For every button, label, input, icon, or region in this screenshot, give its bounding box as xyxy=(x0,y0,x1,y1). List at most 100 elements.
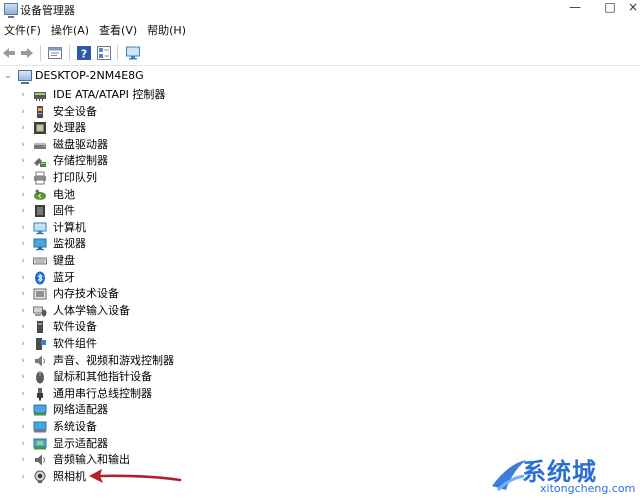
chevron-right-icon[interactable]: › xyxy=(18,387,28,401)
annotation-arrow-icon xyxy=(89,469,182,483)
toolbar: ? xyxy=(0,41,640,66)
maximize-button[interactable]: □ xyxy=(595,0,625,19)
computer-name-label: DESKTOP-2NM4E8G xyxy=(35,69,144,82)
chevron-right-icon[interactable]: › xyxy=(18,254,28,268)
toolbar-separator xyxy=(117,45,118,61)
chevron-right-icon[interactable]: › xyxy=(18,304,28,318)
menu-help[interactable]: 帮助(H) xyxy=(143,21,192,41)
menu-view[interactable]: 查看(V) xyxy=(95,21,143,41)
tree-root-node[interactable]: ⌄ DESKTOP-2NM4E8G xyxy=(0,67,300,85)
chevron-right-icon[interactable]: › xyxy=(18,437,28,451)
tree-item-display-adapter[interactable]: › 显示适配器 xyxy=(0,436,400,453)
tree-item-system-device[interactable]: › 系统设备 xyxy=(0,419,400,436)
tree-item-storage-controller[interactable]: › 存储控制器 xyxy=(0,153,400,170)
monitor-icon xyxy=(33,238,47,251)
chevron-right-icon[interactable]: › xyxy=(18,138,28,152)
chevron-right-icon[interactable]: › xyxy=(18,88,28,102)
tree-item-mouse[interactable]: › 鼠标和其他指针设备 xyxy=(0,369,400,386)
chevron-right-icon[interactable]: › xyxy=(18,105,28,119)
properties-icon[interactable] xyxy=(47,45,63,61)
tree-item-label: 系统设备 xyxy=(53,420,97,433)
usb-icon xyxy=(37,387,43,401)
display-adapter-icon xyxy=(33,438,47,450)
keyboard-icon xyxy=(33,257,47,265)
tree-item-camera[interactable]: › 照相机 xyxy=(0,469,400,486)
forward-icon[interactable] xyxy=(19,45,35,61)
tree-item-label: 电池 xyxy=(53,187,75,201)
svg-text:?: ? xyxy=(81,48,87,61)
tree-item-label: 处理器 xyxy=(53,121,86,135)
tree-item-label: 显示适配器 xyxy=(53,436,108,450)
tree-item-audio-io[interactable]: › 音频输入和输出 xyxy=(0,452,400,469)
minimize-button[interactable]: — xyxy=(560,0,590,19)
chevron-right-icon[interactable]: › xyxy=(18,188,28,202)
chevron-right-icon[interactable]: › xyxy=(18,370,28,384)
tree-item-firmware[interactable]: › 固件 xyxy=(0,203,400,220)
chevron-down-icon[interactable]: ⌄ xyxy=(3,69,13,83)
tree-item-label: 照相机 xyxy=(53,469,86,483)
chevron-right-icon[interactable]: › xyxy=(18,453,28,467)
tree-item-label: 键盘 xyxy=(53,254,75,267)
chevron-right-icon[interactable]: › xyxy=(18,420,28,434)
tree-item-battery[interactable]: › 电池 xyxy=(0,187,400,204)
close-button[interactable]: × xyxy=(626,0,640,19)
menu-bar: 文件(F) 操作(A) 查看(V) 帮助(H) xyxy=(0,21,640,41)
chevron-right-icon[interactable]: › xyxy=(18,287,28,301)
tree-item-monitor[interactable]: › 监视器 xyxy=(0,236,400,253)
software-component-icon xyxy=(36,338,46,350)
site-watermark: 系统城 xitongcheng.com xyxy=(484,448,640,501)
tree-item-disk-drive[interactable]: › 磁盘驱动器 xyxy=(0,137,400,154)
chevron-right-icon[interactable]: › xyxy=(18,237,28,251)
view-icon[interactable] xyxy=(96,45,112,61)
tree-item-usb-controller[interactable]: › 通用串行总线控制器 xyxy=(0,386,400,403)
tree-item-sound-controller[interactable]: › 声音、视频和游戏控制器 xyxy=(0,353,400,370)
tree-item-label: 网络适配器 xyxy=(53,403,108,417)
chevron-right-icon[interactable]: › xyxy=(18,121,28,135)
help-icon[interactable]: ? xyxy=(76,45,92,61)
toolbar-separator xyxy=(40,45,41,61)
tree-item-label: 计算机 xyxy=(53,220,86,234)
chevron-right-icon[interactable]: › xyxy=(18,171,28,185)
mouse-icon xyxy=(36,371,44,384)
tree-item-bluetooth[interactable]: › 蓝牙 xyxy=(0,270,400,287)
title-bar[interactable]: 设备管理器 — □ × xyxy=(0,0,640,19)
tree-item-ide-controller[interactable]: › IDE ATA/ATAPI 控制器 xyxy=(0,87,400,104)
chevron-right-icon[interactable]: › xyxy=(18,271,28,285)
tree-item-print-queue[interactable]: › 打印队列 xyxy=(0,170,400,187)
tree-item-memory-device[interactable]: › 内存技术设备 xyxy=(0,286,400,303)
chevron-right-icon[interactable]: › xyxy=(18,337,28,351)
sound-icon xyxy=(35,355,45,367)
tree-item-hid[interactable]: › 人体学输入设备 xyxy=(0,303,400,320)
tree-item-software-device[interactable]: › 软件设备 xyxy=(0,319,400,336)
chevron-right-icon[interactable]: › xyxy=(18,221,28,235)
tree-item-label: 磁盘驱动器 xyxy=(53,137,108,151)
chevron-right-icon[interactable]: › xyxy=(18,470,28,484)
back-icon[interactable] xyxy=(1,45,17,61)
processor-icon xyxy=(34,122,46,135)
chevron-right-icon[interactable]: › xyxy=(18,154,28,168)
menu-file[interactable]: 文件(F) xyxy=(0,21,47,41)
computer-icon xyxy=(18,70,32,84)
tree-item-label: 通用串行总线控制器 xyxy=(53,386,152,400)
chevron-right-icon[interactable]: › xyxy=(18,320,28,334)
tree-item-label: 软件组件 xyxy=(53,337,97,350)
monitor-icon[interactable] xyxy=(125,45,141,61)
tree-item-keyboard[interactable]: › 键盘 xyxy=(0,253,400,270)
tree-item-security-device[interactable]: › 安全设备 xyxy=(0,104,400,121)
tree-item-label: 声音、视频和游戏控制器 xyxy=(53,353,174,367)
network-adapter-icon xyxy=(33,404,47,416)
tree-item-software-component[interactable]: › 软件组件 xyxy=(0,336,400,353)
chevron-right-icon[interactable]: › xyxy=(18,403,28,417)
storage-controller-icon xyxy=(34,158,46,168)
computer-icon xyxy=(33,222,47,234)
chevron-right-icon[interactable]: › xyxy=(18,354,28,368)
battery-icon xyxy=(34,188,46,200)
chevron-right-icon[interactable]: › xyxy=(18,204,28,218)
menu-action[interactable]: 操作(A) xyxy=(47,21,95,41)
tree-item-label: 内存技术设备 xyxy=(53,287,119,301)
tree-item-computer[interactable]: › 计算机 xyxy=(0,220,400,237)
device-tree: ⌄ DESKTOP-2NM4E8G › IDE ATA/ATAPI 控制器 › … xyxy=(0,67,640,501)
audio-io-icon xyxy=(35,454,45,466)
tree-item-network-adapter[interactable]: › 网络适配器 xyxy=(0,402,400,419)
tree-item-processor[interactable]: › 处理器 xyxy=(0,120,400,137)
